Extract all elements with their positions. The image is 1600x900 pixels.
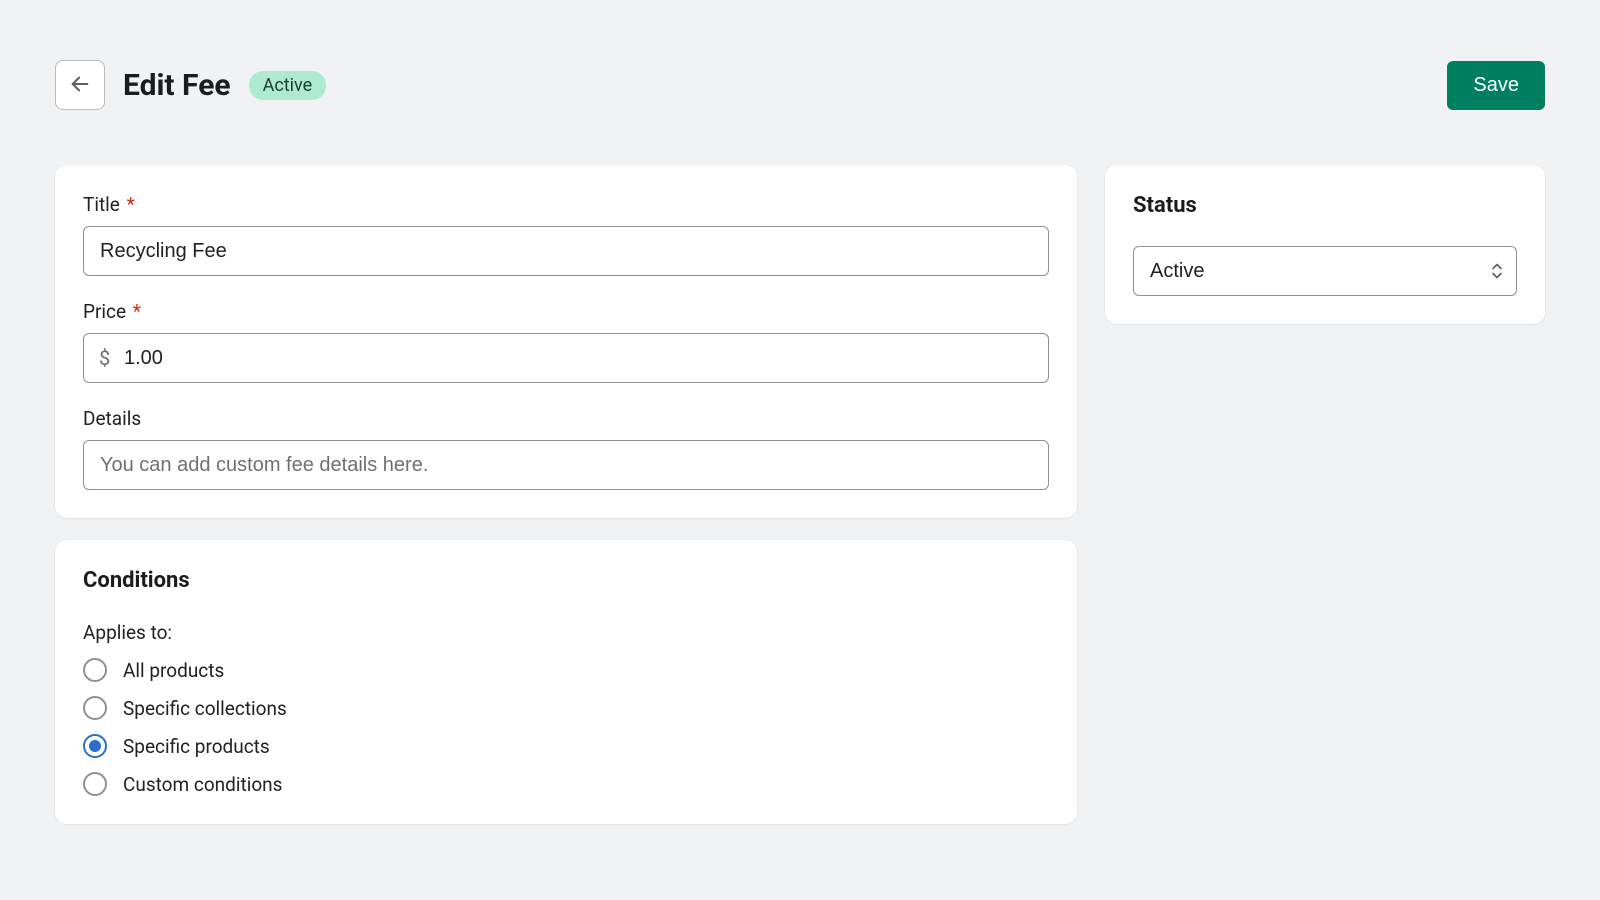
header-left: Edit Fee Active [55,60,326,110]
status-card: Status Active [1105,165,1545,324]
conditions-card: Conditions Applies to: All products Spec… [55,540,1077,824]
radio-label: All products [123,659,224,682]
status-badge: Active [249,71,327,100]
title-label: Title * [83,193,1049,216]
applies-to-label: Applies to: [83,621,1049,644]
arrow-left-icon [69,73,91,98]
radio-icon-selected [83,734,107,758]
back-button[interactable] [55,60,105,110]
applies-to-radio-group: All products Specific collections Specif… [83,658,1049,796]
price-label: Price * [83,300,1049,323]
price-input[interactable] [83,333,1049,383]
radio-specific-products[interactable]: Specific products [83,734,1049,758]
required-star-icon: * [127,193,135,216]
status-title: Status [1133,193,1517,218]
title-label-text: Title [83,193,120,216]
radio-specific-collections[interactable]: Specific collections [83,696,1049,720]
fee-details-card: Title * Price * $ Details [55,165,1077,518]
radio-label: Specific collections [123,697,287,720]
radio-all-products[interactable]: All products [83,658,1049,682]
radio-custom-conditions[interactable]: Custom conditions [83,772,1049,796]
radio-label: Specific products [123,735,270,758]
title-input[interactable] [83,226,1049,276]
page-title: Edit Fee [123,68,231,103]
radio-icon [83,696,107,720]
save-button[interactable]: Save [1447,61,1545,110]
radio-icon [83,772,107,796]
radio-icon [83,658,107,682]
details-label: Details [83,407,1049,430]
details-input[interactable] [83,440,1049,490]
required-star-icon: * [133,300,141,323]
radio-label: Custom conditions [123,773,282,796]
status-select[interactable]: Active [1133,246,1517,296]
price-label-text: Price [83,300,126,323]
page-header: Edit Fee Active Save [55,60,1545,110]
conditions-title: Conditions [83,568,1049,593]
